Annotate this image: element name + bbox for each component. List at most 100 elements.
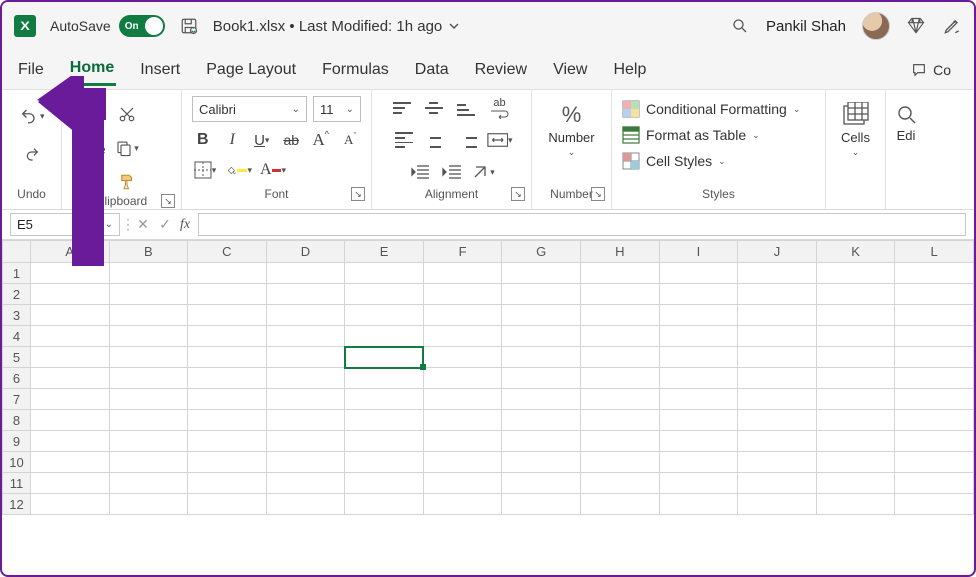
bold-button[interactable]: B (192, 128, 214, 152)
row-header[interactable]: 10 (3, 452, 31, 473)
formula-input[interactable] (198, 213, 966, 236)
cell[interactable] (30, 305, 109, 326)
cell[interactable] (581, 410, 660, 431)
strike-button[interactable]: ab (281, 128, 303, 152)
cell[interactable] (266, 305, 345, 326)
column-header[interactable]: J (738, 241, 817, 263)
row-header[interactable]: 4 (3, 326, 31, 347)
cell[interactable] (345, 452, 424, 473)
cells-button[interactable]: Cells ⌄ (841, 96, 870, 158)
copy-button[interactable]: ▾ (114, 136, 140, 160)
cell[interactable] (895, 431, 974, 452)
cell[interactable] (816, 431, 895, 452)
font-color-button[interactable]: A▾ (260, 158, 286, 182)
cell[interactable] (30, 347, 109, 368)
cell-styles-button[interactable]: Cell Styles⌄ (622, 152, 800, 170)
decrease-indent-button[interactable] (407, 160, 433, 184)
align-right-button[interactable] (455, 128, 481, 152)
merge-center-button[interactable]: ▾ (487, 128, 513, 152)
cell[interactable] (188, 263, 267, 284)
font-launcher[interactable]: ↘ (351, 187, 365, 201)
cell[interactable] (895, 284, 974, 305)
tab-page-layout[interactable]: Page Layout (204, 55, 298, 85)
column-header[interactable]: F (423, 241, 502, 263)
cell[interactable] (738, 326, 817, 347)
column-header[interactable]: A (30, 241, 109, 263)
align-top-button[interactable] (389, 96, 415, 120)
cell[interactable] (816, 410, 895, 431)
column-header[interactable]: K (816, 241, 895, 263)
cell[interactable] (659, 494, 738, 515)
cell[interactable] (659, 368, 738, 389)
edit-mode-icon[interactable] (942, 16, 962, 36)
cell[interactable] (188, 284, 267, 305)
cell[interactable] (30, 326, 109, 347)
cell[interactable] (188, 494, 267, 515)
cell[interactable] (816, 284, 895, 305)
column-header[interactable]: G (502, 241, 581, 263)
cell[interactable] (30, 389, 109, 410)
borders-button[interactable]: ▾ (192, 158, 218, 182)
cell[interactable] (581, 263, 660, 284)
cell[interactable] (188, 431, 267, 452)
cell[interactable] (895, 389, 974, 410)
cell[interactable] (816, 389, 895, 410)
cell[interactable] (30, 410, 109, 431)
comments-button[interactable]: Co (902, 57, 960, 83)
align-left-button[interactable] (391, 128, 417, 152)
premium-diamond-icon[interactable] (906, 16, 926, 36)
avatar[interactable] (862, 12, 890, 40)
cell[interactable] (816, 347, 895, 368)
cell[interactable] (895, 263, 974, 284)
cell[interactable] (423, 347, 502, 368)
cell[interactable] (345, 368, 424, 389)
cell[interactable] (581, 305, 660, 326)
row-header[interactable]: 6 (3, 368, 31, 389)
cell[interactable] (502, 284, 581, 305)
cell[interactable] (581, 368, 660, 389)
column-header[interactable]: B (109, 241, 188, 263)
clipboard-launcher[interactable]: ↘ (161, 194, 175, 208)
format-painter-button[interactable] (114, 170, 140, 194)
cell[interactable] (266, 431, 345, 452)
row-header[interactable]: 5 (3, 347, 31, 368)
cell[interactable] (738, 494, 817, 515)
cell[interactable] (345, 305, 424, 326)
cell[interactable] (109, 284, 188, 305)
cell[interactable] (423, 494, 502, 515)
cell[interactable] (502, 368, 581, 389)
cell[interactable] (30, 494, 109, 515)
font-name-select[interactable]: Calibri⌄ (192, 96, 307, 122)
cell[interactable] (502, 263, 581, 284)
cell[interactable] (738, 473, 817, 494)
tab-help[interactable]: Help (611, 55, 648, 85)
cell[interactable] (659, 326, 738, 347)
cell[interactable] (188, 368, 267, 389)
fx-icon[interactable]: fx (176, 210, 194, 239)
italic-button[interactable]: I (222, 128, 244, 152)
cell[interactable] (502, 389, 581, 410)
cell[interactable] (659, 473, 738, 494)
cell[interactable] (266, 452, 345, 473)
cell[interactable] (816, 494, 895, 515)
cell[interactable] (502, 431, 581, 452)
cell[interactable] (502, 347, 581, 368)
tab-data[interactable]: Data (413, 55, 451, 85)
format-as-table-button[interactable]: Format as Table⌄ (622, 126, 800, 144)
cell[interactable] (816, 326, 895, 347)
shrink-font-button[interactable]: Aˇ (340, 128, 362, 152)
cell[interactable] (345, 263, 424, 284)
column-header[interactable]: E (345, 241, 424, 263)
cell[interactable] (109, 347, 188, 368)
cell[interactable] (659, 305, 738, 326)
cell[interactable] (266, 368, 345, 389)
cell[interactable] (895, 347, 974, 368)
cell[interactable] (188, 410, 267, 431)
cell[interactable] (109, 473, 188, 494)
cell[interactable] (659, 410, 738, 431)
cell[interactable] (266, 473, 345, 494)
cell[interactable] (109, 305, 188, 326)
cell[interactable] (738, 431, 817, 452)
cell[interactable] (345, 347, 424, 368)
cell[interactable] (738, 305, 817, 326)
